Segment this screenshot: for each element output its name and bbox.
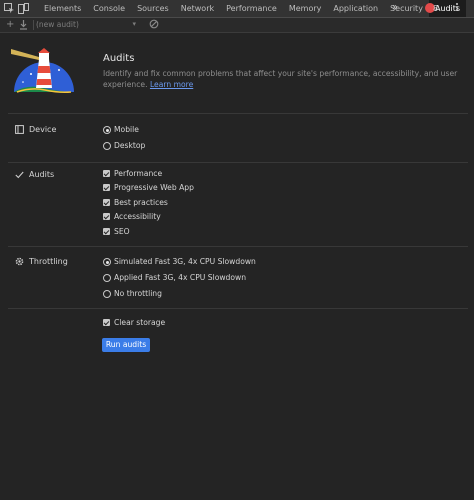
toolbar-divider bbox=[33, 20, 34, 30]
option-label: No throttling bbox=[114, 289, 162, 298]
report-select-value: (new audit) bbox=[36, 20, 79, 29]
learn-more-link[interactable]: Learn more bbox=[150, 80, 193, 89]
more-tabs-button[interactable]: » bbox=[392, 0, 398, 16]
tab-application[interactable]: Application bbox=[327, 0, 384, 17]
gear-icon bbox=[15, 257, 24, 266]
radio-no-throttling[interactable] bbox=[103, 290, 111, 298]
report-select[interactable]: (new audit) ▾ bbox=[36, 19, 136, 30]
checkbox-best-practices[interactable] bbox=[103, 199, 110, 206]
radio-desktop[interactable] bbox=[103, 142, 111, 150]
inspect-element-icon[interactable] bbox=[4, 3, 15, 14]
section-divider bbox=[8, 113, 468, 114]
tab-performance[interactable]: Performance bbox=[220, 0, 283, 17]
device-label: Device bbox=[29, 125, 57, 134]
devtools-tab-bar: Elements Console Sources Network Perform… bbox=[0, 0, 474, 18]
option-label: Simulated Fast 3G, 4x CPU Slowdown bbox=[114, 257, 256, 266]
more-options-icon[interactable] bbox=[456, 3, 459, 12]
radio-applied[interactable] bbox=[103, 274, 111, 282]
option-label: Progressive Web App bbox=[114, 183, 194, 192]
option-label: Accessibility bbox=[114, 212, 161, 221]
checkbox-accessibility[interactable] bbox=[103, 213, 110, 220]
option-label: Clear storage bbox=[114, 318, 166, 327]
download-icon[interactable] bbox=[19, 20, 28, 30]
audits-toolbar: + (new audit) ▾ bbox=[0, 18, 474, 33]
section-divider bbox=[8, 308, 468, 309]
clear-icon[interactable] bbox=[149, 19, 159, 29]
panel-tabs: Elements Console Sources Network Perform… bbox=[38, 0, 467, 17]
tab-console[interactable]: Console bbox=[87, 0, 131, 17]
checkmark-icon bbox=[15, 171, 24, 179]
throttling-label: Throttling bbox=[29, 257, 68, 266]
option-label: Best practices bbox=[114, 198, 168, 207]
device-icon bbox=[15, 125, 24, 134]
checkbox-clear-storage[interactable] bbox=[103, 319, 110, 326]
checkbox-pwa[interactable] bbox=[103, 184, 110, 191]
page-title: Audits bbox=[103, 53, 135, 64]
device-toolbar-icon[interactable] bbox=[18, 3, 29, 14]
option-label: SEO bbox=[114, 227, 130, 236]
option-label: Applied Fast 3G, 4x CPU Slowdown bbox=[114, 273, 247, 282]
run-audits-button[interactable]: Run audits bbox=[102, 338, 150, 352]
option-label: Mobile bbox=[114, 125, 139, 134]
chevron-down-icon: ▾ bbox=[132, 20, 136, 28]
tab-security[interactable]: Security bbox=[384, 0, 429, 17]
option-label: Performance bbox=[114, 169, 163, 178]
audits-description: Identify and fix common problems that af… bbox=[103, 69, 463, 90]
tab-network[interactable]: Network bbox=[175, 0, 220, 17]
error-count[interactable]: 8 bbox=[433, 0, 438, 17]
option-label: Desktop bbox=[114, 141, 146, 150]
checkbox-performance[interactable] bbox=[103, 170, 110, 177]
radio-mobile[interactable] bbox=[103, 126, 111, 134]
tab-memory[interactable]: Memory bbox=[283, 0, 328, 17]
new-audit-button[interactable]: + bbox=[6, 18, 14, 31]
section-divider bbox=[8, 246, 468, 247]
radio-simulated[interactable] bbox=[103, 258, 111, 266]
section-divider bbox=[8, 162, 468, 163]
tab-elements[interactable]: Elements bbox=[38, 0, 87, 17]
audits-label: Audits bbox=[29, 170, 55, 179]
tab-sources[interactable]: Sources bbox=[131, 0, 175, 17]
checkbox-seo[interactable] bbox=[103, 228, 110, 235]
lighthouse-logo-icon bbox=[11, 48, 74, 93]
